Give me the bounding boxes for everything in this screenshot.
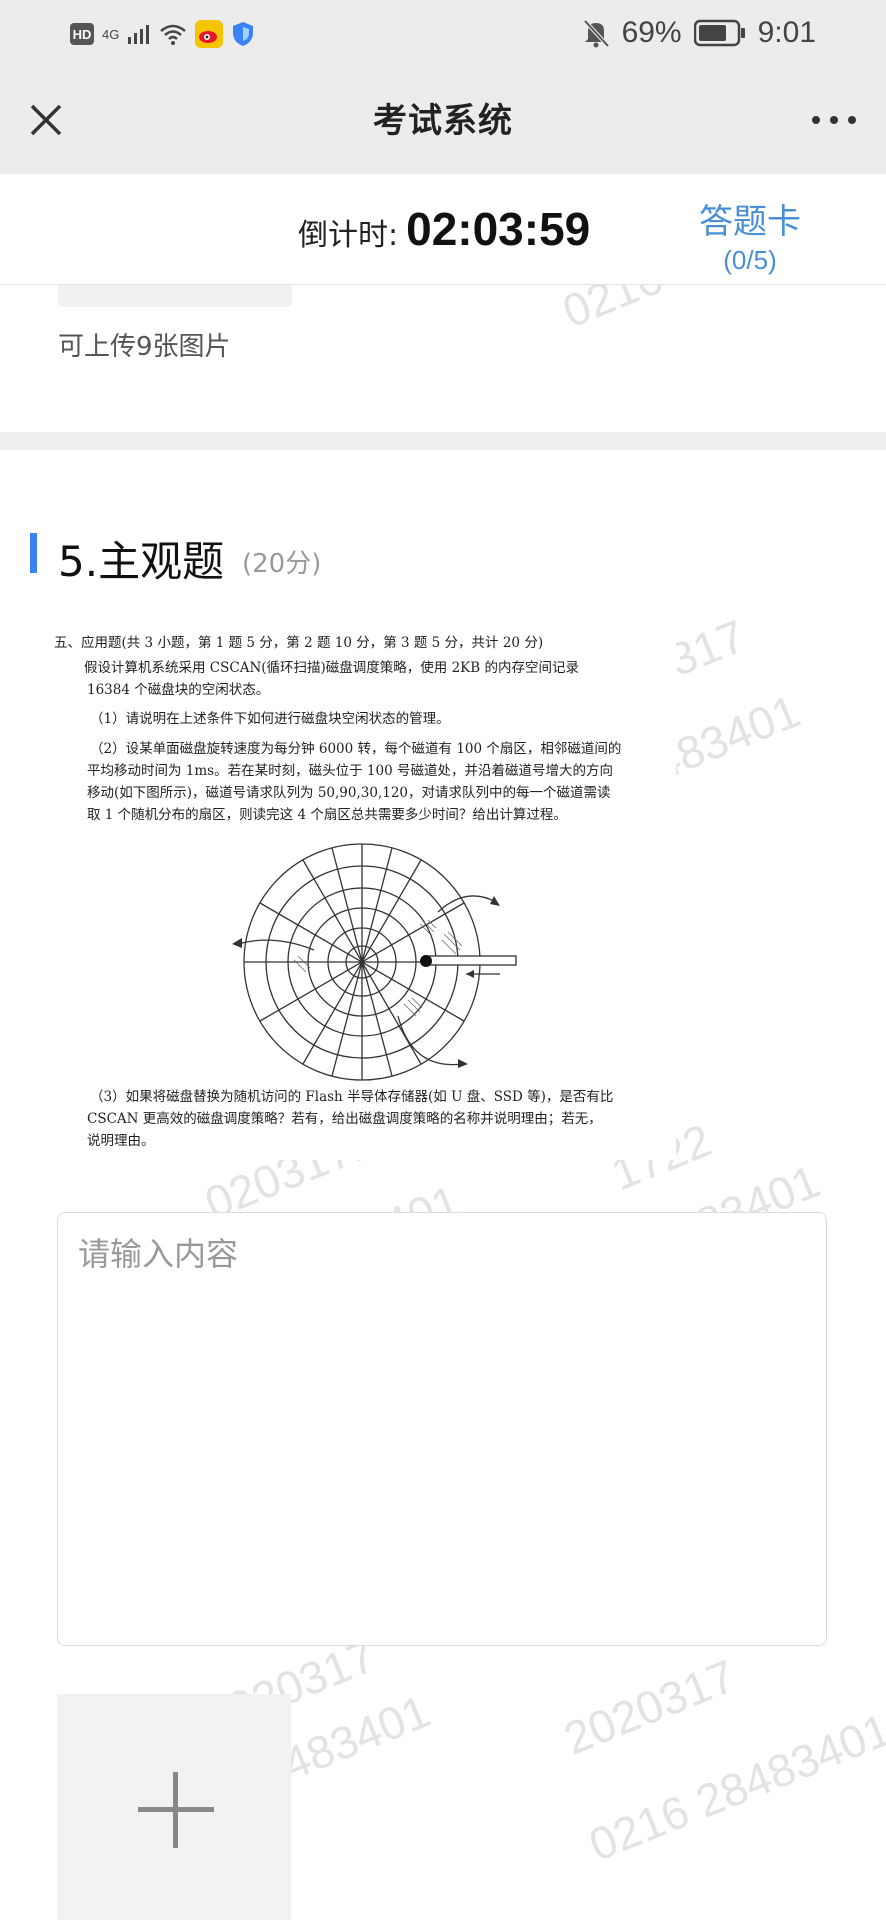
disk-diagram [232, 843, 517, 1081]
watermark-text: 0216 28483401 [581, 1702, 886, 1872]
countdown-label: 倒计时: [298, 218, 399, 253]
page-title: 考试系统 [373, 101, 513, 141]
question-line: （3）如果将磁盘替换为随机访问的 Flash 半导体存储器(如 U 盘、SSD … [90, 1089, 614, 1105]
signal-icon [128, 25, 150, 44]
question-title: 5.主观题 [58, 537, 225, 586]
question-line: 平均移动时间为 1ms。若在某时刻，磁头位于 100 号磁道处，并沿着磁道号增大… [87, 763, 613, 779]
plus-icon[interactable] [173, 1772, 178, 1848]
upload-hint: 可上传9张图片 [58, 332, 231, 362]
battery-icon [693, 19, 745, 47]
question-line: 五、应用题(共 3 小题，第 1 题 5 分，第 2 题 10 分，第 3 题 … [54, 635, 544, 651]
question-line: 16384 个磁盘块的空闲状态。 [87, 682, 270, 698]
question-score: (20分) [242, 549, 322, 579]
watermark-text: 2020317 [556, 1649, 743, 1765]
question-line: 说明理由。 [87, 1133, 155, 1149]
weibo-icon [195, 20, 224, 48]
question-line: 取 1 个随机分布的扇区，则读完这 4 个扇区总共需要多少时间？给出计算过程。 [87, 807, 567, 823]
question-line: （2）设某单面磁盘旋转速度为每分钟 6000 转，每个磁道有 100 个扇区，相… [90, 741, 622, 757]
question-line: （1）请说明在上述条件下如何进行磁盘块空闲状态的管理。 [90, 711, 450, 727]
clock: 9:01 [757, 16, 816, 49]
shield-icon [233, 22, 254, 46]
mute-bell-icon [583, 19, 610, 48]
section-divider [0, 432, 886, 450]
answer-card-button[interactable]: 答题卡 (0/5) [680, 194, 820, 276]
more-dots-icon[interactable] [812, 108, 856, 132]
network-type: 4G [102, 26, 120, 42]
countdown-timer: 倒计时: 02:03:59 [298, 202, 590, 256]
question-line: 假设计算机系统采用 CSCAN(循环扫描)磁盘调度策略，使用 2KB 的内存空间… [84, 660, 579, 676]
question-line: 移动(如下图所示)，磁道号请求队列为 50,90,30,120，对请求队列中的每… [87, 785, 611, 801]
answer-textarea[interactable] [57, 1212, 827, 1646]
countdown-value: 02:03:59 [406, 203, 591, 255]
battery-percent: 69% [621, 16, 682, 49]
question-line: CSCAN 更高效的磁盘调度策略？若有，给出磁盘调度策略的名称并说明理由；若无， [87, 1111, 602, 1127]
answer-card-count: (0/5) [723, 245, 777, 275]
answer-card-label: 答题卡 [699, 202, 801, 242]
wifi-icon [160, 24, 187, 45]
previous-upload-box[interactable] [58, 285, 292, 307]
hd-badge: HD [70, 23, 94, 45]
question-image: 五、应用题(共 3 小题，第 1 题 5 分，第 2 题 10 分，第 3 题 … [54, 628, 676, 1160]
question-accent-bar [30, 533, 37, 573]
status-bar-left: HD 4G [70, 18, 255, 50]
status-bar-right: 69% 9:01 [582, 14, 816, 52]
